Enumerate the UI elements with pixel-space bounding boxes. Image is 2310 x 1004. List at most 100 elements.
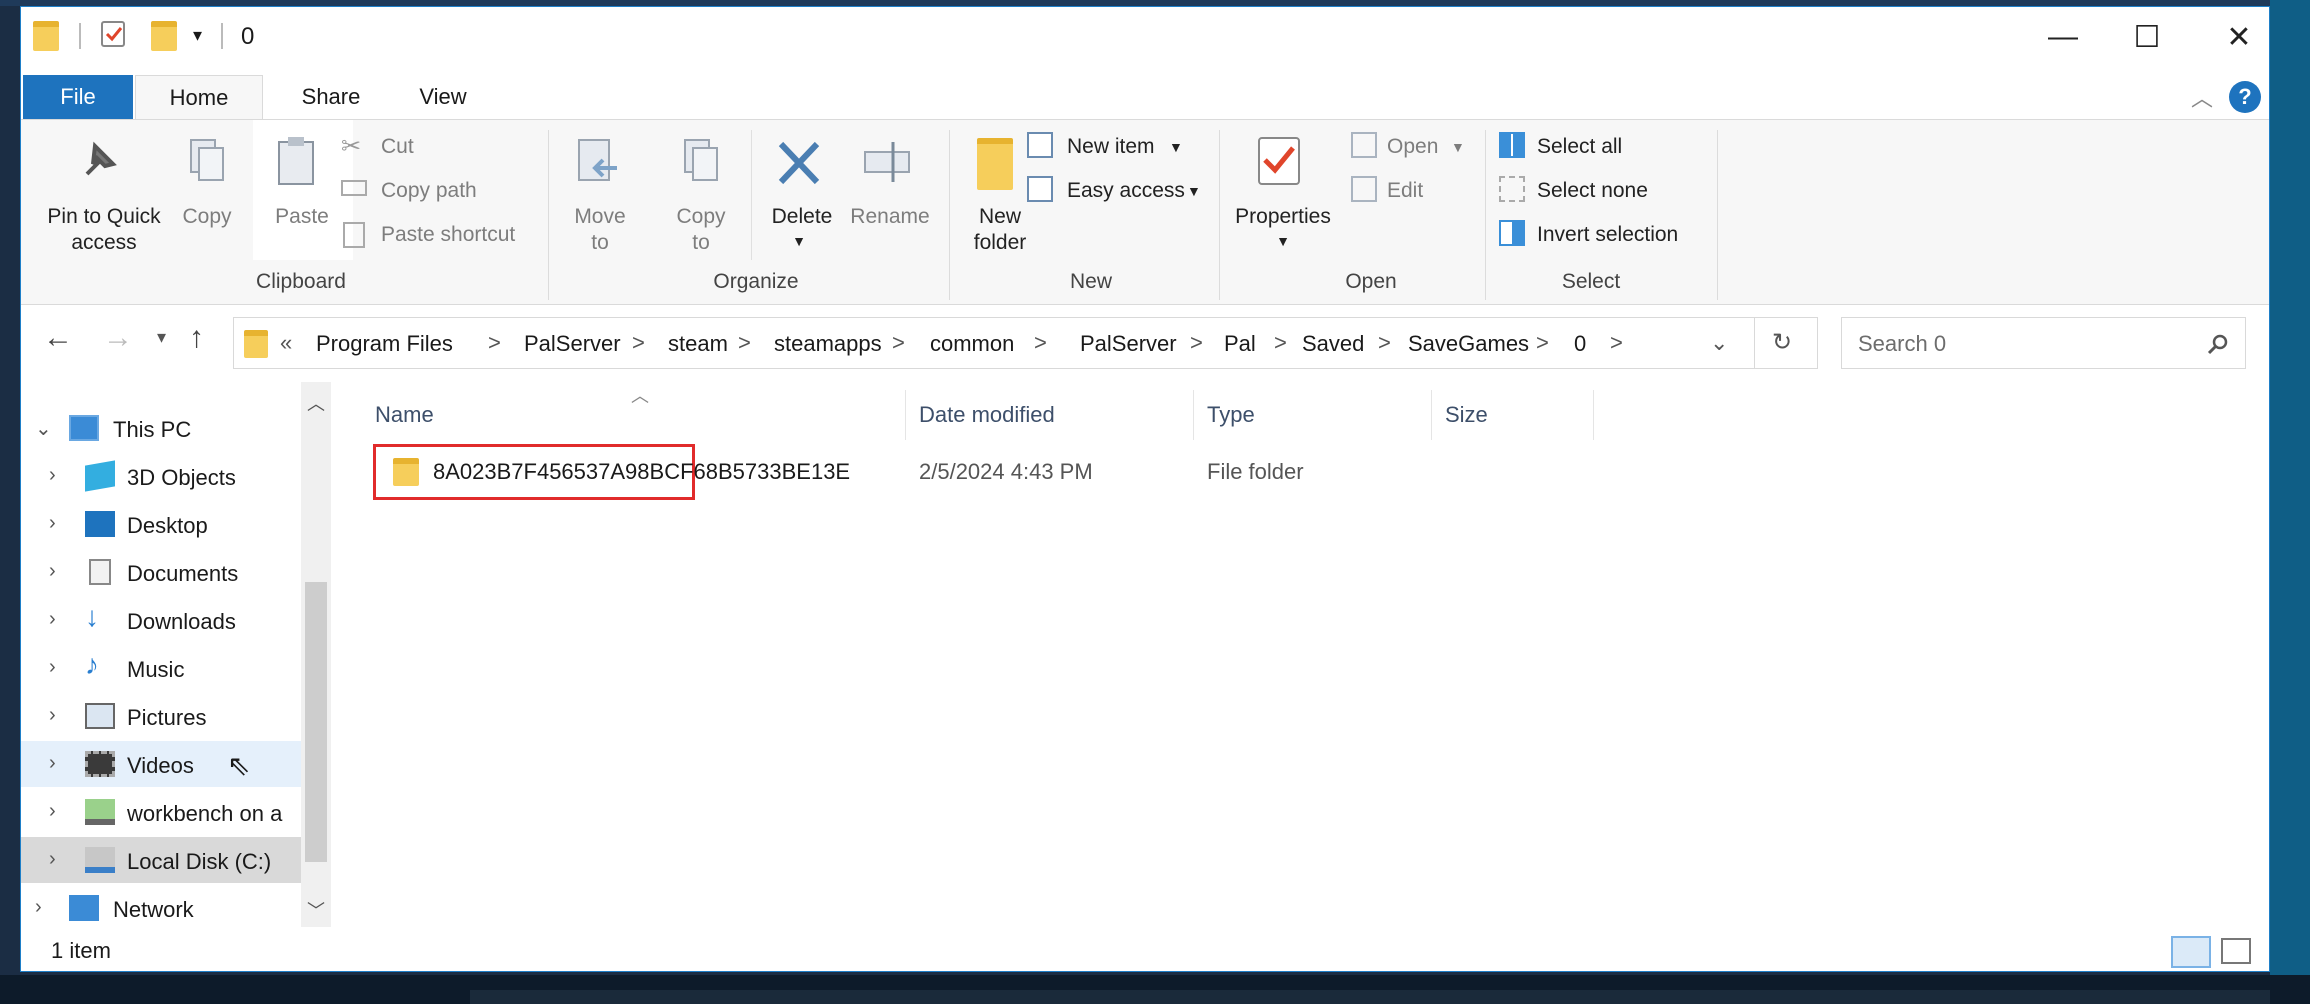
breadcrumb-sep[interactable]: > <box>1536 330 1549 356</box>
new-folder-quick-icon[interactable] <box>151 21 177 51</box>
nav-item-music[interactable]: › ♪ Music <box>21 645 301 691</box>
collapse-ribbon-icon[interactable]: ︿ <box>2191 81 2213 113</box>
properties-dropdown-icon[interactable]: ▼ <box>1275 228 1291 254</box>
expand-chevron-icon[interactable]: › <box>49 608 56 631</box>
breadcrumb-common[interactable]: common <box>930 331 1014 357</box>
document-icon <box>89 559 111 585</box>
back-arrow-icon[interactable]: ← <box>43 321 73 355</box>
breadcrumb-0[interactable]: 0 <box>1574 331 1586 357</box>
breadcrumb-sep[interactable]: > <box>1610 330 1623 356</box>
music-icon: ♪ <box>85 649 99 680</box>
address-bar[interactable]: « Program Files > PalServer > steam > st… <box>233 317 1818 369</box>
breadcrumb-pal[interactable]: Pal <box>1224 331 1256 357</box>
nav-item-this-pc[interactable]: ⌄ This PC <box>21 405 301 451</box>
nav-label: Pictures <box>127 705 207 730</box>
column-header-name[interactable]: Name <box>375 402 434 428</box>
breadcrumb-savegames[interactable]: SaveGames <box>1408 331 1529 357</box>
maximize-button[interactable]: ☐ <box>2101 7 2193 67</box>
expand-chevron-icon[interactable]: › <box>49 848 56 871</box>
expand-chevron-icon[interactable]: › <box>49 752 56 775</box>
edit-label: Edit <box>1387 179 1424 202</box>
breadcrumb-saved[interactable]: Saved <box>1302 331 1364 357</box>
breadcrumb-sep[interactable]: > <box>1034 330 1047 356</box>
scroll-thumb[interactable] <box>305 582 327 862</box>
select-group-label: Select <box>1561 270 1621 293</box>
minimize-button[interactable]: — <box>2017 7 2109 67</box>
properties-label: Properties <box>1235 205 1331 228</box>
new-item-dropdown-icon[interactable]: ▼ <box>1169 134 1183 160</box>
expand-chevron-icon[interactable]: › <box>49 704 56 727</box>
nav-item-videos[interactable]: › Videos ⇖ <box>21 741 301 787</box>
expand-chevron-icon[interactable]: › <box>49 512 56 535</box>
divider <box>221 23 223 49</box>
forward-arrow-icon[interactable]: → <box>103 321 133 355</box>
breadcrumb-sep[interactable]: > <box>1190 330 1203 356</box>
expand-chevron-icon[interactable]: › <box>49 656 56 679</box>
divider <box>1193 390 1194 440</box>
nav-item-network[interactable]: › Network <box>21 885 301 927</box>
cut-label: Cut <box>381 135 414 158</box>
delete-dropdown-icon[interactable]: ▼ <box>789 228 809 254</box>
breadcrumb-sep[interactable]: > <box>892 330 905 356</box>
scroll-up-icon[interactable]: ︿ <box>307 390 325 416</box>
details-view-icon[interactable] <box>2171 936 2211 968</box>
breadcrumb-palserver-2[interactable]: PalServer <box>1080 331 1177 357</box>
search-box[interactable]: Search 0 <box>1841 317 2246 369</box>
overflow-chevron-icon[interactable]: « <box>280 330 292 356</box>
column-header-size[interactable]: Size <box>1445 402 1488 428</box>
breadcrumb-sep[interactable]: > <box>632 330 645 356</box>
expand-chevron-icon[interactable]: ⌄ <box>35 416 52 441</box>
select-all-icon <box>1499 132 1525 158</box>
breadcrumb-palserver[interactable]: PalServer <box>524 331 621 357</box>
open-group-label: Open <box>1345 270 1397 293</box>
nav-item-local-disk[interactable]: › Local Disk (C:) <box>21 837 301 883</box>
recent-locations-icon[interactable]: ▾ <box>157 327 166 348</box>
search-input[interactable]: Search 0 <box>1858 331 1946 357</box>
search-icon[interactable] <box>2206 332 2230 356</box>
large-icons-view-icon[interactable] <box>2221 938 2251 964</box>
breadcrumb-sep[interactable]: > <box>1274 330 1287 356</box>
scroll-down-icon[interactable]: ﹀ <box>307 897 325 923</box>
tab-home[interactable]: Home <box>135 75 263 119</box>
customize-quick-access-icon[interactable]: ▾ <box>193 25 202 46</box>
nav-item-downloads[interactable]: › ↓ Downloads <box>21 597 301 643</box>
expand-chevron-icon[interactable]: › <box>49 464 56 487</box>
breadcrumb-steam[interactable]: steam <box>668 331 728 357</box>
nav-item-3d-objects[interactable]: › 3D Objects <box>21 453 301 499</box>
address-dropdown-icon[interactable]: ⌄ <box>1710 330 1728 356</box>
expand-chevron-icon[interactable]: › <box>49 560 56 583</box>
nav-item-desktop[interactable]: › Desktop <box>21 501 301 547</box>
easy-access-dropdown-icon[interactable]: ▼ <box>1187 178 1201 204</box>
up-arrow-icon[interactable]: ↑ <box>189 321 204 355</box>
column-header-date[interactable]: Date modified <box>919 402 1055 428</box>
tab-view[interactable]: View <box>393 75 493 119</box>
nav-item-documents[interactable]: › Documents <box>21 549 301 595</box>
divider <box>1485 130 1486 300</box>
tab-share[interactable]: Share <box>276 75 386 119</box>
expand-chevron-icon[interactable]: › <box>49 800 56 823</box>
paste-icon <box>278 137 314 185</box>
nav-scrollbar[interactable]: ︿ ﹀ <box>301 382 331 927</box>
breadcrumb-sep[interactable]: > <box>738 330 751 356</box>
breadcrumb-sep[interactable]: > <box>488 330 501 356</box>
close-button[interactable]: ✕ <box>2193 7 2285 67</box>
column-header-type[interactable]: Type <box>1207 402 1255 428</box>
divider <box>548 130 549 300</box>
easy-access-label: Easy access <box>1067 179 1185 202</box>
open-dropdown-icon[interactable]: ▼ <box>1451 134 1465 160</box>
breadcrumb-sep[interactable]: > <box>1378 330 1391 356</box>
breadcrumb-program-files[interactable]: Program Files <box>316 331 453 357</box>
refresh-icon[interactable]: ↻ <box>1772 328 1792 357</box>
breadcrumb-steamapps[interactable]: steamapps <box>774 331 882 357</box>
pin-icon <box>85 141 117 176</box>
properties-quick-icon[interactable] <box>101 21 125 47</box>
expand-chevron-icon[interactable]: › <box>35 896 42 919</box>
help-icon[interactable]: ? <box>2229 81 2261 113</box>
nav-item-pictures[interactable]: › Pictures <box>21 693 301 739</box>
download-icon: ↓ <box>85 601 99 632</box>
rename-icon <box>864 142 910 182</box>
address-row: ← → ▾ ↑ « Program Files > PalServer > st… <box>21 307 2269 377</box>
file-name[interactable]: 8A023B7F456537A98BCF68B5733BE13E <box>433 459 850 485</box>
tab-file[interactable]: File <box>23 75 133 119</box>
nav-item-workbench[interactable]: › workbench on a <box>21 789 301 835</box>
